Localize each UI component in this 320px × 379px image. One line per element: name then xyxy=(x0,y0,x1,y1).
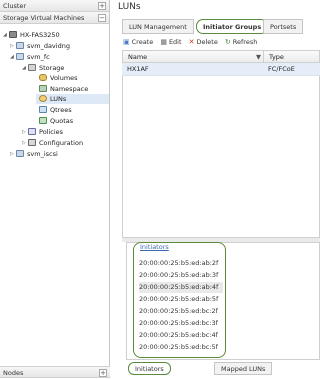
list-item[interactable]: 20:00:00:25:b5:ed:bc:5f xyxy=(139,342,223,353)
list-item[interactable]: 20:00:00:25:b5:ed:ab:3f xyxy=(139,270,223,281)
server-icon xyxy=(9,31,17,38)
tree-item-configuration[interactable]: ▷ Configuration xyxy=(22,138,83,148)
nodes-label: Nodes xyxy=(3,369,24,377)
tab-initiators[interactable]: Initiators xyxy=(128,362,171,375)
tree-label-svm-fc: svm_fc xyxy=(27,53,50,61)
refresh-button[interactable]: ↻ Refresh xyxy=(225,36,257,48)
svm-label: Storage Virtual Machines xyxy=(3,14,85,22)
cluster-expand-icon[interactable]: + xyxy=(98,2,106,10)
tree-label-quotas: Quotas xyxy=(50,117,74,125)
delete-button[interactable]: ✕ Delete xyxy=(189,36,218,48)
toolbar: ▣ Create ▦ Edit ✕ Delete ↻ Refresh xyxy=(123,36,262,48)
tree-item-quotas[interactable]: Quotas xyxy=(39,116,73,126)
svm-icon xyxy=(16,42,24,49)
svm-icon xyxy=(16,150,24,157)
refresh-icon: ↻ xyxy=(224,38,231,46)
tree-item-volumes[interactable]: Volumes xyxy=(39,73,78,83)
namespace-icon xyxy=(39,85,47,92)
tree-item-luns[interactable]: LUNs xyxy=(36,94,109,104)
tree-item-namespace[interactable]: Namespace xyxy=(39,84,88,94)
tab-lun-management[interactable]: LUN Management xyxy=(122,19,194,34)
tree-item-qtrees[interactable]: Qtrees xyxy=(39,105,72,115)
cell-name: HX1AF xyxy=(127,65,149,73)
delete-label: Delete xyxy=(196,38,218,46)
policy-icon xyxy=(28,128,36,135)
tree-item-root[interactable]: ◢ HX-FAS3250 xyxy=(3,30,60,40)
svm-icon xyxy=(16,53,24,60)
list-item[interactable]: 20:00:00:25:b5:ed:ab:2f xyxy=(139,258,223,269)
tree-label-svm-iscsi: svm_iscsi xyxy=(27,150,58,158)
table-row[interactable]: HX1AF FC/FCoE xyxy=(122,63,320,76)
tree-label-policies: Policies xyxy=(39,128,64,136)
edit-icon: ▦ xyxy=(160,38,167,46)
grid-header: Name ▼ Type xyxy=(122,50,320,63)
tree-item-svm-fc[interactable]: ◢ svm_fc xyxy=(10,52,50,62)
initiators-label: Initiators xyxy=(140,243,169,251)
quota-icon xyxy=(39,117,47,124)
configuration-icon xyxy=(28,139,36,146)
tree-item-svm-davidng[interactable]: ▷ svm_davidng xyxy=(10,41,70,51)
storage-icon xyxy=(28,64,36,71)
svm-header[interactable]: Storage Virtual Machines − xyxy=(0,12,109,24)
list-item[interactable]: 20:00:00:25:b5:ed:bc:2f xyxy=(139,306,223,317)
tree-label-configuration: Configuration xyxy=(39,139,84,147)
list-item[interactable]: 20:00:00:25:b5:ed:ab:5f xyxy=(139,294,223,305)
edit-label: Edit xyxy=(168,38,182,46)
create-label: Create xyxy=(131,38,154,46)
column-divider[interactable] xyxy=(263,51,264,62)
page-title: LUNs xyxy=(118,2,141,12)
tree-label-svm-davidng: svm_davidng xyxy=(27,42,70,50)
lun-icon xyxy=(39,95,47,102)
cluster-header[interactable]: Cluster + xyxy=(0,0,109,12)
qtree-icon xyxy=(39,106,47,113)
tab-mapped-luns[interactable]: Mapped LUNs xyxy=(214,362,273,375)
tree-label-volumes: Volumes xyxy=(50,74,78,82)
delete-icon: ✕ xyxy=(188,38,195,46)
tab-initiator-groups[interactable]: Initiator Groups xyxy=(196,19,269,34)
tree-item-storage[interactable]: ◢ Storage xyxy=(22,63,64,73)
volume-icon xyxy=(39,74,47,81)
edit-button[interactable]: ▦ Edit xyxy=(160,36,181,48)
tree-label-namespace: Namespace xyxy=(50,85,89,93)
tree-label-root: HX-FAS3250 xyxy=(20,31,60,39)
tab-portsets[interactable]: Portsets xyxy=(263,19,304,34)
list-item[interactable]: 20:00:00:25:b5:ed:bc:4f xyxy=(139,330,223,341)
tree-item-policies[interactable]: ▷ Policies xyxy=(22,127,63,137)
initiator-groups-grid xyxy=(122,50,320,238)
cluster-label: Cluster xyxy=(3,2,27,10)
cell-type: FC/FCoE xyxy=(268,65,295,73)
nodes-header[interactable]: Nodes + xyxy=(0,366,110,378)
refresh-label: Refresh xyxy=(232,38,258,46)
create-icon: ▣ xyxy=(123,38,130,46)
left-nav-panel: Cluster + Storage Virtual Machines − ◢ HX… xyxy=(0,0,110,378)
list-item[interactable]: 20:00:00:25:b5:ed:bc:3f xyxy=(139,318,223,329)
svm-collapse-icon[interactable]: − xyxy=(98,14,106,22)
tree-label-qtrees: Qtrees xyxy=(50,106,72,114)
tree-item-svm-iscsi[interactable]: ▷ svm_iscsi xyxy=(10,149,58,159)
nodes-expand-icon[interactable]: + xyxy=(99,369,107,377)
tree-label-storage: Storage xyxy=(39,64,65,72)
list-item[interactable]: 20:00:00:25:b5:ed:ab:4f xyxy=(139,282,223,293)
create-button[interactable]: ▣ Create xyxy=(123,36,153,48)
tree-label-luns: LUNs xyxy=(50,95,67,103)
